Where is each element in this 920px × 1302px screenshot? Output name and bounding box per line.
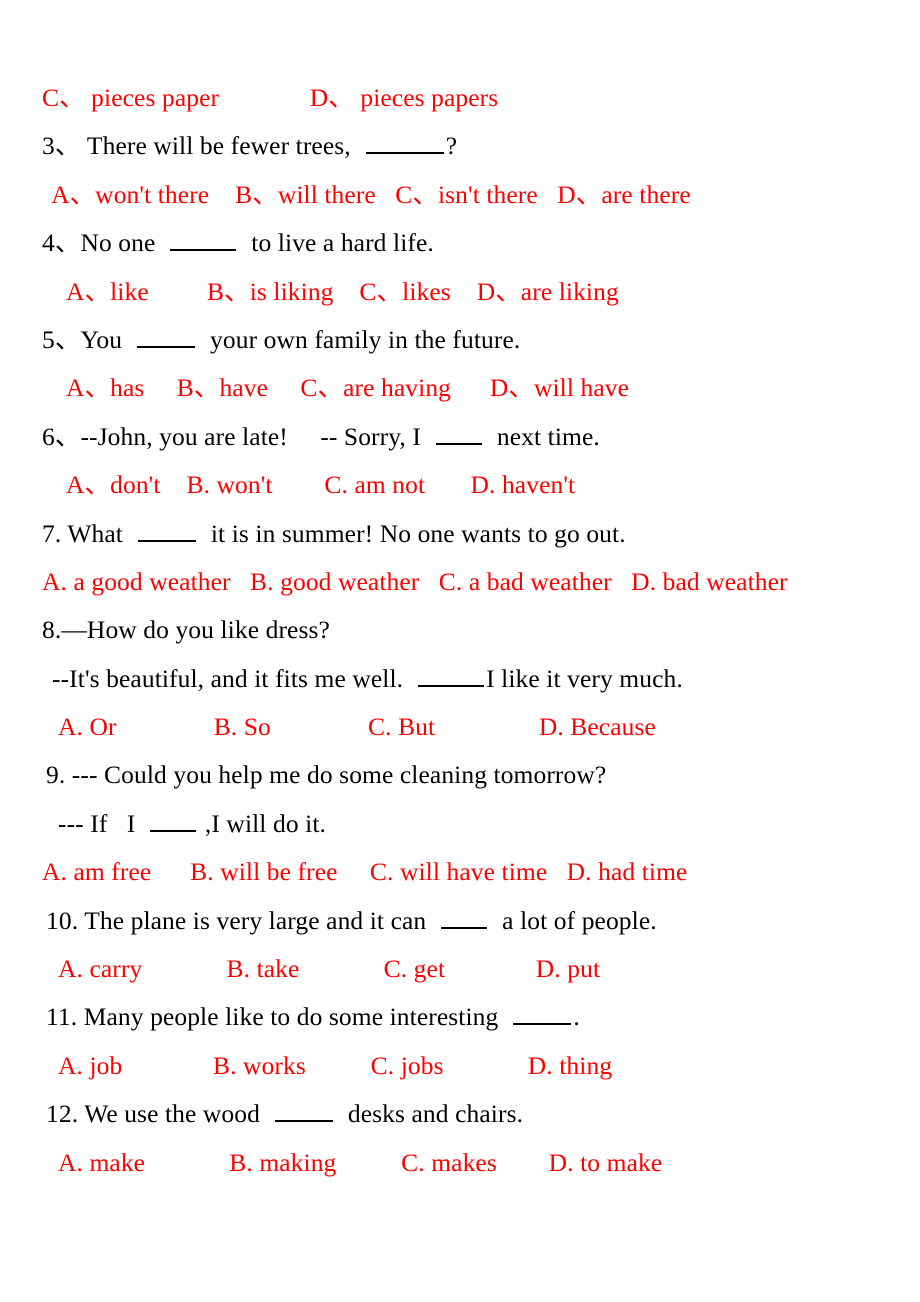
answer-options-row: A. job B. works C. jobs D. thing: [0, 1042, 920, 1090]
answer-options-text: A、won't there B、will there C、isn't there…: [46, 179, 691, 209]
fill-in-blank[interactable]: [137, 519, 196, 542]
stem-text-before-blank: --- If I: [58, 808, 149, 838]
answer-options-row: A、won't there B、will there C、isn't there…: [0, 171, 920, 219]
fill-in-blank[interactable]: [513, 1003, 572, 1026]
answer-options-text: A、like B、is liking C、likes D、are liking: [66, 276, 619, 306]
question-stem-row: 7. What it is in summer! No one wants to…: [0, 510, 920, 558]
stem-text-before-blank: 12. We use the wood: [46, 1099, 273, 1129]
stem-text-before-blank: 4、No one: [42, 228, 169, 258]
fill-in-blank[interactable]: [435, 422, 482, 445]
question-stem-row: 12. We use the wood desks and chairs.: [0, 1090, 920, 1138]
stem-text: 9. --- Could you help me do some cleanin…: [46, 760, 607, 790]
worksheet-line-list: C、 pieces paper D、 pieces papers 3、 There…: [0, 74, 920, 1187]
stem-text-after-blank: your own family in the future.: [197, 324, 521, 354]
question-stem-row: 11. Many people like to do some interest…: [0, 993, 920, 1041]
fill-in-blank[interactable]: [170, 228, 237, 252]
stem-text-after-blank: .: [573, 1002, 580, 1032]
answer-options-text: A. carry B. take C. get D. put: [58, 954, 601, 984]
fill-in-blank[interactable]: [365, 131, 444, 155]
answer-options-row: A、has B、have C、are having D、will have: [0, 364, 920, 412]
question-stem-row: --It's beautiful, and it fits me well. I…: [0, 655, 920, 703]
fill-in-blank[interactable]: [137, 325, 196, 348]
question-stem-row: 6、--John, you are late! -- Sorry, I next…: [0, 413, 920, 461]
question-stem-row: 10. The plane is very large and it can a…: [0, 897, 920, 945]
stem-text-before-blank: 11. Many people like to do some interest…: [46, 1002, 512, 1032]
answer-options-text: A. a good weather B. good weather C. a b…: [42, 566, 788, 596]
stem-text-after-blank: next time.: [483, 421, 600, 451]
stem-text-before-blank: 5、You: [42, 324, 136, 354]
answer-options-row: A. a good weather B. good weather C. a b…: [0, 558, 920, 606]
fill-in-blank[interactable]: [441, 906, 488, 929]
question-stem-row: 5、You your own family in the future.: [0, 316, 920, 364]
stem-text-before-blank: 7. What: [42, 518, 136, 548]
stem-text-before-blank: --It's beautiful, and it fits me well.: [52, 663, 417, 693]
answer-options-row: A. carry B. take C. get D. put: [0, 945, 920, 993]
answer-options-text: A、has B、have C、are having D、will have: [66, 373, 630, 403]
stem-text-after-blank: ,I will do it.: [198, 808, 326, 838]
answer-options-text: A. make B. making C. makes D. to make: [58, 1147, 663, 1177]
stem-text-after-blank: to live a hard life.: [238, 228, 434, 258]
answer-options-row: A. am free B. will be free C. will have …: [0, 848, 920, 896]
stem-text-before-blank: 10. The plane is very large and it can: [46, 905, 440, 935]
question-stem-row: 4、No one to live a hard life.: [0, 219, 920, 267]
question-stem-row: --- If I ,I will do it.: [0, 800, 920, 848]
fill-in-blank[interactable]: [150, 809, 197, 832]
question-stem-row: 3、 There will be fewer trees, ?: [0, 122, 920, 170]
answer-options-row: C、 pieces paper D、 pieces papers: [0, 74, 920, 122]
answer-options-text: A、don't B. won't C. am not D. haven't: [66, 470, 576, 500]
answer-options-row: A、like B、is liking C、likes D、are liking: [0, 268, 920, 316]
stem-text-after-blank: ?: [445, 131, 458, 161]
answer-options-text: A. Or B. So C. But D. Because: [58, 712, 656, 742]
fill-in-blank[interactable]: [274, 1099, 333, 1123]
answer-options-row: A. make B. making C. makes D. to make: [0, 1139, 920, 1187]
stem-text-after-blank: it is in summer! No one wants to go out.: [197, 518, 626, 548]
stem-text-before-blank: 3、 There will be fewer trees,: [42, 131, 364, 161]
question-stem-row: 8.—How do you like dress?: [0, 606, 920, 654]
stem-text-after-blank: a lot of people.: [489, 905, 657, 935]
stem-text-after-blank: I like it very much.: [486, 663, 683, 693]
answer-options-text: C、 pieces paper D、 pieces papers: [42, 83, 499, 112]
answer-options-row: A、don't B. won't C. am not D. haven't: [0, 461, 920, 509]
stem-text-after-blank: desks and chairs.: [334, 1099, 524, 1129]
stem-text: 8.—How do you like dress?: [42, 615, 330, 645]
answer-options-text: A. job B. works C. jobs D. thing: [58, 1050, 613, 1080]
stem-text-before-blank: 6、--John, you are late! -- Sorry, I: [42, 421, 434, 451]
question-stem-row: 9. --- Could you help me do some cleanin…: [0, 751, 920, 799]
answer-options-row: A. Or B. So C. But D. Because: [0, 703, 920, 751]
answer-options-text: A. am free B. will be free C. will have …: [42, 857, 688, 887]
worksheet-page: C、 pieces paper D、 pieces papers 3、 There…: [0, 0, 920, 1302]
fill-in-blank[interactable]: [418, 664, 485, 687]
